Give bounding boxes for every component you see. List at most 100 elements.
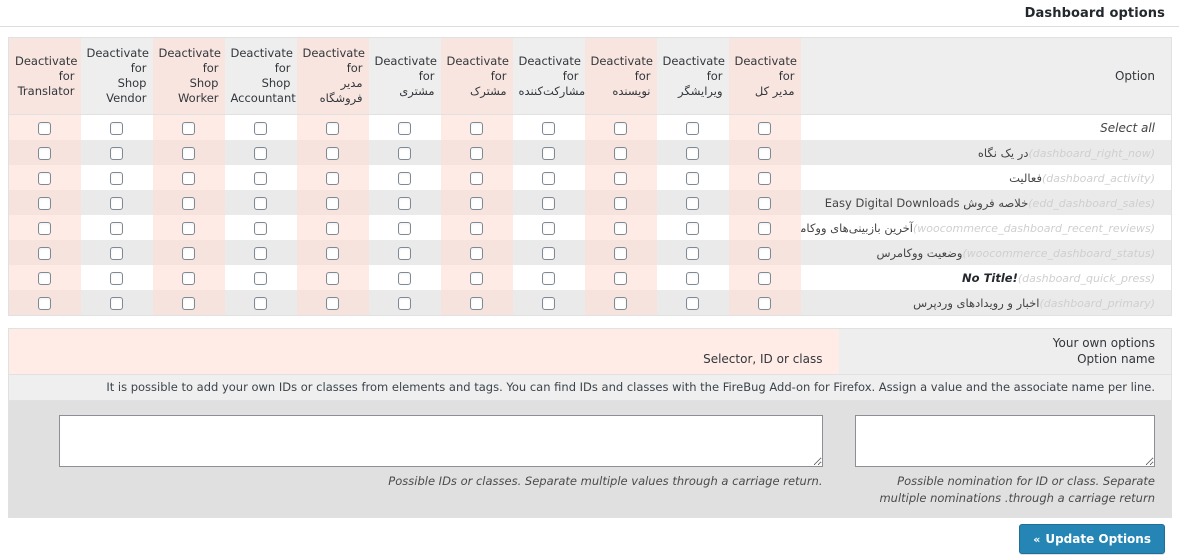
checkbox-col1[interactable] [38, 221, 52, 235]
checkbox-col7[interactable] [470, 271, 483, 285]
checkbox-col2[interactable] [110, 246, 123, 260]
checkbox-col9[interactable] [614, 221, 627, 235]
checkbox-col6[interactable] [398, 171, 411, 185]
checkbox-col11[interactable] [758, 146, 771, 160]
checkbox-col3[interactable] [182, 246, 195, 260]
checkbox-col3[interactable] [182, 146, 195, 160]
checkbox-col4[interactable] [254, 171, 267, 185]
checkbox-col7[interactable] [470, 246, 483, 260]
column-header-line: Deactivate [446, 53, 509, 68]
checkbox-col6[interactable] [398, 221, 411, 235]
checkbox-col5[interactable] [326, 121, 339, 135]
checkbox-col4[interactable] [254, 196, 267, 210]
checkbox-col11[interactable] [758, 171, 771, 185]
checkbox-col8[interactable] [542, 246, 555, 260]
checkbox-col2[interactable] [110, 171, 123, 185]
checkbox-col3[interactable] [182, 171, 195, 185]
checkbox-col7[interactable] [470, 121, 483, 135]
update-options-button[interactable]: « Update Options [1019, 524, 1165, 554]
selector-textarea[interactable] [59, 415, 823, 467]
checkbox-col3[interactable] [182, 121, 195, 135]
checkbox-col11[interactable] [758, 121, 771, 135]
checkbox-col2[interactable] [110, 196, 123, 210]
option-row: (dashboard_activity)فعالیت [8, 165, 1172, 190]
checkbox-col10[interactable] [686, 146, 699, 160]
checkbox-col6[interactable] [398, 271, 411, 285]
checkbox-col6[interactable] [398, 121, 411, 135]
checkbox-col11[interactable] [758, 271, 771, 285]
update-options-button-label: Update Options [1045, 532, 1151, 546]
checkbox-col4[interactable] [254, 296, 267, 310]
column-header-line: Deactivate [734, 53, 797, 68]
checkbox-col8[interactable] [542, 171, 555, 185]
checkbox-col9[interactable] [614, 146, 627, 160]
checkbox-col2[interactable] [110, 296, 123, 310]
checkbox-col3[interactable] [182, 271, 195, 285]
option-name-textarea[interactable] [854, 415, 1155, 467]
checkbox-col5[interactable] [326, 146, 339, 160]
checkbox-col11[interactable] [758, 221, 771, 235]
checkbox-col3[interactable] [182, 196, 195, 210]
checkbox-col6[interactable] [398, 246, 411, 260]
checkbox-col7[interactable] [470, 146, 483, 160]
checkbox-col10[interactable] [686, 196, 699, 210]
checkbox-col10[interactable] [686, 121, 699, 135]
checkbox-col4[interactable] [254, 146, 267, 160]
checkbox-col10[interactable] [686, 171, 699, 185]
checkbox-col2[interactable] [110, 221, 123, 235]
checkbox-col7[interactable] [470, 171, 483, 185]
checkbox-col4[interactable] [254, 221, 267, 235]
checkbox-col6[interactable] [398, 196, 411, 210]
checkbox-col10[interactable] [686, 296, 699, 310]
checkbox-col8[interactable] [542, 271, 555, 285]
checkbox-col8[interactable] [542, 196, 555, 210]
checkbox-col11[interactable] [758, 246, 771, 260]
checkbox-col4[interactable] [254, 271, 267, 285]
checkbox-col1[interactable] [38, 271, 52, 285]
checkbox-col1[interactable] [38, 296, 52, 310]
checkbox-col4[interactable] [254, 246, 267, 260]
checkbox-col2[interactable] [110, 146, 123, 160]
checkbox-col5[interactable] [326, 296, 339, 310]
checkbox-col2[interactable] [110, 121, 123, 135]
checkbox-col9[interactable] [614, 196, 627, 210]
checkbox-col1[interactable] [38, 246, 52, 260]
checkbox-col6[interactable] [398, 296, 411, 310]
checkbox-col1[interactable] [38, 121, 52, 135]
checkbox-col11[interactable] [758, 296, 771, 310]
checkbox-col8[interactable] [542, 296, 555, 310]
checkbox-col5[interactable] [326, 246, 339, 260]
checkbox-col4[interactable] [254, 121, 267, 135]
checkbox-col5[interactable] [326, 271, 339, 285]
column-header-line: for [274, 61, 291, 75]
checkbox-col9[interactable] [614, 171, 627, 185]
checkbox-col3[interactable] [182, 221, 195, 235]
checkbox-col9[interactable] [614, 246, 627, 260]
checkbox-col9[interactable] [614, 121, 627, 135]
checkbox-col10[interactable] [686, 221, 699, 235]
checkbox-col3[interactable] [182, 296, 195, 310]
checkbox-cell [657, 215, 729, 240]
checkbox-col8[interactable] [542, 121, 555, 135]
checkbox-col1[interactable] [38, 196, 52, 210]
checkbox-col11[interactable] [758, 196, 771, 210]
option-name-hint: Possible nomination for ID or class. Sep… [879, 474, 1155, 505]
checkbox-col5[interactable] [326, 171, 339, 185]
checkbox-col9[interactable] [614, 296, 627, 310]
column-header-line: Deactivate [158, 46, 221, 60]
checkbox-col5[interactable] [326, 196, 339, 210]
checkbox-col1[interactable] [38, 171, 52, 185]
checkbox-col6[interactable] [398, 146, 411, 160]
option-label-cell: (dashboard_primary)اخبار و رویدادهای ورد… [800, 290, 1172, 316]
checkbox-col7[interactable] [470, 221, 483, 235]
checkbox-col7[interactable] [470, 196, 483, 210]
checkbox-col2[interactable] [110, 271, 123, 285]
checkbox-col1[interactable] [38, 146, 52, 160]
checkbox-col8[interactable] [542, 146, 555, 160]
checkbox-col10[interactable] [686, 271, 699, 285]
checkbox-col10[interactable] [686, 246, 699, 260]
checkbox-col7[interactable] [470, 296, 483, 310]
checkbox-col8[interactable] [542, 221, 555, 235]
checkbox-col5[interactable] [326, 221, 339, 235]
checkbox-col9[interactable] [614, 271, 627, 285]
